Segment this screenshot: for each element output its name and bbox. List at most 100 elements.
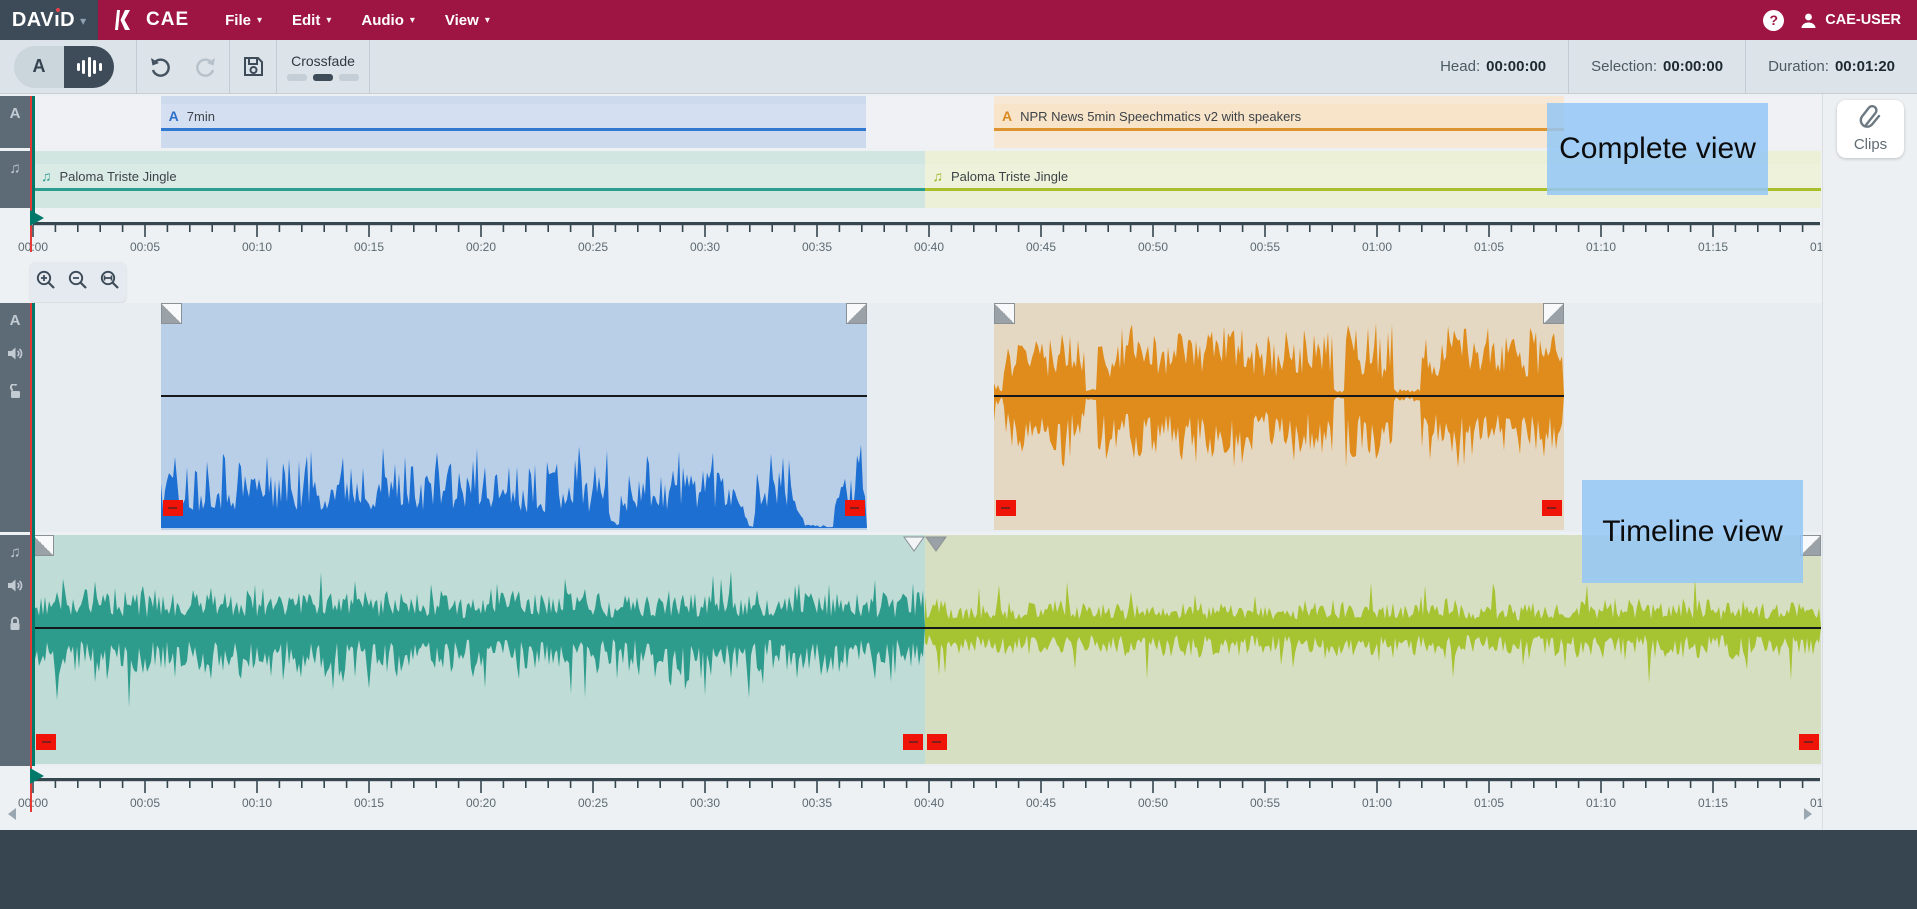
redo-button[interactable] <box>183 40 229 94</box>
clip-zero-line <box>994 395 1564 397</box>
clips-panel-button[interactable]: Clips <box>1837 100 1904 158</box>
ruler-label: 01:15 <box>1698 796 1728 810</box>
clip-band <box>161 96 867 104</box>
waveform-icon <box>77 57 102 77</box>
menu-file[interactable]: File▾ <box>215 6 272 35</box>
waveform <box>161 303 867 530</box>
ruler-label: 00:05 <box>130 240 160 254</box>
save-icon <box>242 55 265 78</box>
speaker-icon[interactable] <box>7 337 24 366</box>
clip-fade-handle[interactable] <box>846 303 867 324</box>
zoom-out-button[interactable] <box>67 269 89 296</box>
overview-ruler[interactable]: 00:0000:0500:1000:1500:2000:2500:3000:35… <box>0 210 1822 256</box>
save-button[interactable] <box>230 40 276 94</box>
zoom-controls <box>30 262 126 302</box>
ruler-label: 00:35 <box>802 240 832 254</box>
scrollbar-right-arrow[interactable] <box>1804 808 1812 820</box>
crossfade-junction-handle[interactable] <box>903 536 947 553</box>
timeline-clip[interactable] <box>33 535 925 764</box>
text-clip-icon: A <box>169 108 179 124</box>
chevron-down-icon: ▾ <box>485 15 490 26</box>
chevron-down-icon: ▾ <box>80 14 86 28</box>
speaker-icon[interactable] <box>7 569 24 598</box>
clip-zero-line <box>925 627 1821 629</box>
music-note-icon: ♫ <box>9 161 20 176</box>
clip-marker[interactable] <box>996 500 1016 516</box>
clip-fade-handle[interactable] <box>994 303 1015 324</box>
menubar: DAVıD ▾ CAE File▾Edit▾Audio▾View▾ ? CAE-… <box>0 0 1917 40</box>
timeline-clip[interactable] <box>161 303 867 530</box>
locator-line-teal[interactable] <box>32 303 35 766</box>
crossfade-label: Crossfade <box>291 53 355 69</box>
clip-marker[interactable] <box>36 734 56 750</box>
ruler-label: 00:55 <box>1250 240 1280 254</box>
lock-closed-icon[interactable] <box>7 607 23 636</box>
redo-icon <box>194 55 218 79</box>
help-icon[interactable]: ? <box>1763 10 1784 31</box>
timeline-ruler[interactable]: 00:0000:0500:1000:1500:2000:2500:3000:35… <box>0 766 1822 812</box>
user-menu[interactable]: CAE-USER <box>1800 12 1901 29</box>
ruler-label: 01:20 <box>1810 240 1822 254</box>
clip-name: 7min <box>187 109 215 124</box>
david-logo-button[interactable]: DAVıD ▾ <box>0 0 98 40</box>
overview-clip[interactable]: ANPR News 5min Speechmatics v2 with spea… <box>994 96 1564 148</box>
waveform-mode-button[interactable] <box>64 46 114 88</box>
timeline-track-rail-a: A <box>0 303 30 532</box>
head-readout: Head:00:00:00 <box>1418 40 1568 94</box>
chevron-down-icon: ▾ <box>410 15 415 26</box>
ruler-label: 01:15 <box>1698 240 1728 254</box>
clip-fade-handle[interactable] <box>1543 303 1564 324</box>
timeline-track-a <box>30 303 1822 532</box>
overview-clip[interactable]: ♫Paloma Triste Jingle <box>33 151 925 208</box>
playhead-arrow[interactable] <box>30 768 44 784</box>
clip-marker[interactable] <box>927 734 947 750</box>
mode-toggle: A <box>14 46 114 88</box>
zoom-fit-button[interactable] <box>99 269 121 296</box>
clip-zero-line <box>33 627 925 629</box>
menu-view[interactable]: View▾ <box>435 6 500 35</box>
cae-audio-editor-window: DAVıD ▾ CAE File▾Edit▾Audio▾View▾ ? CAE-… <box>0 0 1917 909</box>
clip-marker[interactable] <box>1799 734 1819 750</box>
undo-icon <box>148 55 172 79</box>
timeline-clip[interactable] <box>994 303 1564 530</box>
lock-open-icon[interactable] <box>7 375 23 404</box>
ruler-label: 00:10 <box>242 796 272 810</box>
ruler-label: 00:30 <box>690 796 720 810</box>
clip-label: A 7min <box>161 104 867 128</box>
ruler-label: 00:15 <box>354 796 384 810</box>
scrollbar-left-arrow[interactable] <box>8 808 16 820</box>
crossfade-button[interactable]: Crossfade <box>277 40 369 94</box>
overview-track-rail-music: ♫ <box>0 151 30 208</box>
editing-area: A♫A♫ A7min ANPR News 5min Speechmatics v… <box>0 94 1822 830</box>
clip-marker[interactable] <box>845 500 865 516</box>
text-mode-button[interactable]: A <box>14 46 64 88</box>
clip-band <box>33 191 925 208</box>
clip-name: Paloma Triste Jingle <box>951 169 1068 184</box>
clip-marker[interactable] <box>903 734 923 750</box>
waveform <box>33 535 925 764</box>
clip-fade-handle[interactable] <box>161 303 182 324</box>
ruler-label: 01:10 <box>1586 796 1616 810</box>
clip-fade-handle[interactable] <box>33 535 54 556</box>
overview-clip[interactable]: A 7min <box>161 96 867 148</box>
clips-panel-label: Clips <box>1854 136 1887 153</box>
waveform <box>994 303 1564 530</box>
clip-marker[interactable] <box>163 500 183 516</box>
playhead-arrow[interactable] <box>30 210 44 226</box>
clip-name: Paloma Triste Jingle <box>60 169 177 184</box>
ruler-label: 01:00 <box>1362 796 1392 810</box>
overview-track-rail-a: A <box>0 96 30 148</box>
timeline-track-rail-music: ♫ <box>0 535 30 766</box>
ruler-label: 01:05 <box>1474 240 1504 254</box>
ruler-label: 00:40 <box>914 796 944 810</box>
menu-edit[interactable]: Edit▾ <box>282 6 341 35</box>
clip-band <box>994 96 1564 104</box>
menu-audio[interactable]: Audio▾ <box>351 6 425 35</box>
zoom-in-button[interactable] <box>35 269 57 296</box>
annotation-complete-view: Complete view <box>1547 103 1768 195</box>
undo-button[interactable] <box>137 40 183 94</box>
locator-line-teal[interactable] <box>32 96 35 223</box>
chevron-down-icon: ▾ <box>257 15 262 26</box>
clip-marker[interactable] <box>1542 500 1562 516</box>
ruler-label: 00:55 <box>1250 796 1280 810</box>
